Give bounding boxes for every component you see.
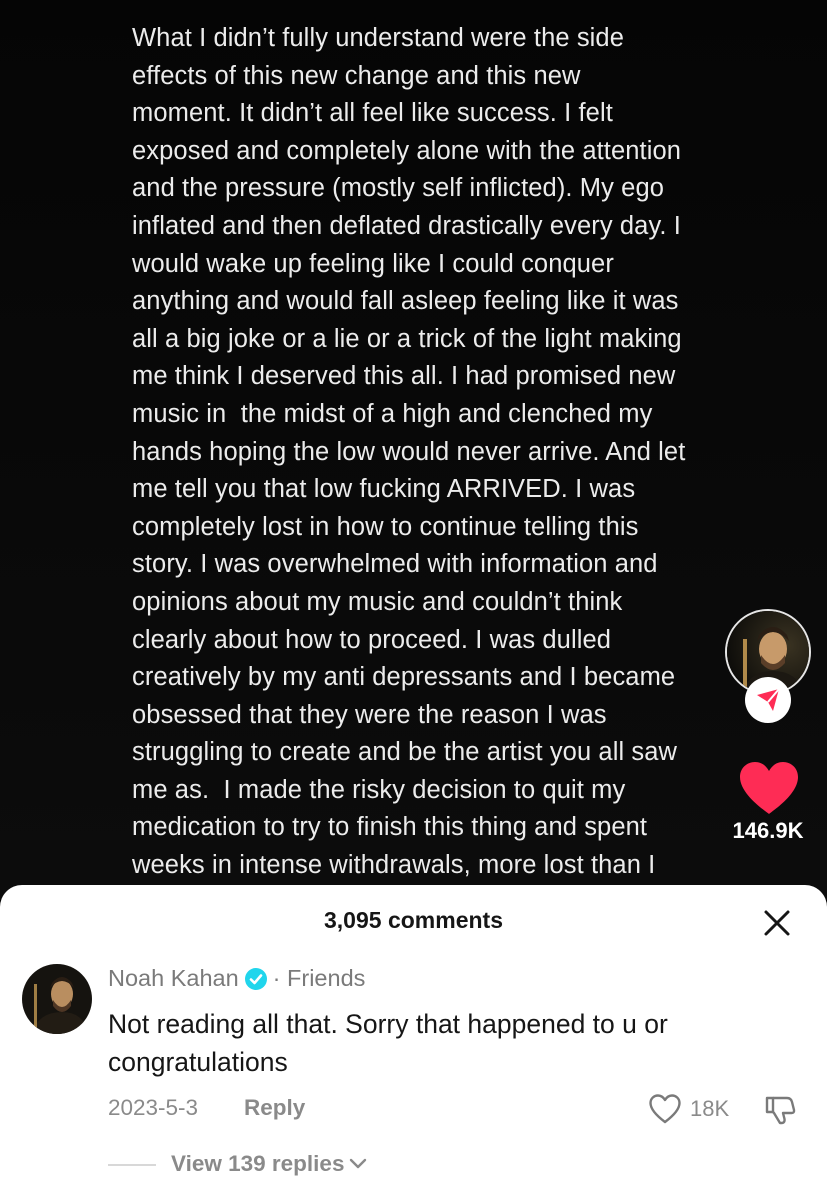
comment-text: Not reading all that. Sorry that happene…	[108, 1009, 668, 1077]
view-replies-label: View 139 replies	[171, 1151, 345, 1176]
post-text-line: medication to try to finish this thing a…	[132, 813, 648, 842]
tiktok-screen: What I didn’t fully understand were the …	[0, 0, 827, 1199]
comment-header: Noah Kahan · Friends	[108, 965, 365, 992]
post-text-line: creatively by my anti depressants and I …	[132, 663, 676, 692]
post-text-line: music in the midst of a high and clenche…	[132, 399, 653, 428]
view-replies-button[interactable]: View 139 replies	[171, 1151, 367, 1177]
post-text-line: weeks in intense withdrawals, more lost …	[132, 851, 656, 880]
post-text-line: clearly about how to proceed. I was dull…	[132, 625, 612, 654]
post-text-line: moment. It didn’t all feel like success.…	[132, 99, 613, 128]
comment-like-count: 18K	[690, 1096, 730, 1121]
post-text-line: struggling to create and be the artist y…	[132, 738, 678, 767]
like-outline-icon[interactable]	[648, 1093, 682, 1125]
post-text-line: exposed and completely alone with the at…	[132, 136, 682, 165]
send-arrow-icon[interactable]	[745, 677, 791, 723]
post-text-line: inflated and then deflated drastically e…	[132, 211, 681, 240]
post-text-line: hands hoping the low would never arrive.…	[132, 437, 686, 466]
verified-icon	[244, 967, 267, 990]
comment-relation: · Friends	[272, 965, 366, 991]
comment-author[interactable]: Noah Kahan	[108, 965, 239, 992]
close-icon[interactable]	[760, 906, 794, 940]
post-text-line: would wake up feeling like I could conqu…	[132, 249, 614, 278]
replies-divider	[108, 1164, 156, 1166]
post-text-line: What I didn’t fully understand were the …	[132, 24, 624, 52]
post-text-line: completely lost in how to continue telli…	[132, 512, 639, 541]
chevron-down-icon	[350, 1158, 367, 1169]
post-text-line: story. I was overwhelmed with informatio…	[132, 550, 658, 579]
post-text-line: me as. I made the risky decision to quit…	[132, 775, 626, 804]
post-text-line: effects of this new change and this new	[132, 61, 581, 90]
post-text-line: me tell you that low fucking ARRIVED. I …	[132, 475, 636, 504]
comment-date: 2023-5-3	[108, 1095, 199, 1120]
avatar[interactable]	[22, 964, 92, 1034]
post-text-line: opinions about my music and couldn’t thi…	[132, 587, 623, 616]
post-text-line: all a big joke or a lie or a trick of th…	[132, 324, 682, 353]
reply-button[interactable]: Reply	[244, 1095, 305, 1121]
video-player[interactable]: What I didn’t fully understand were the …	[0, 0, 827, 900]
comments-count-title: 3,095 comments	[324, 907, 503, 933]
post-text-line: and the pressure (mostly self inflicted)…	[132, 174, 665, 203]
post-text-overlay: What I didn’t fully understand were the …	[132, 20, 722, 885]
post-text-line: anything and would fall asleep feeling l…	[132, 287, 679, 316]
post-text-line: me think I deserved this all. I had prom…	[132, 362, 676, 391]
dislike-icon[interactable]	[763, 1092, 797, 1126]
like-count: 146.9K	[732, 818, 804, 843]
heart-icon[interactable]	[738, 760, 800, 816]
post-text-line: obsessed that they were the reason I was	[132, 700, 607, 729]
